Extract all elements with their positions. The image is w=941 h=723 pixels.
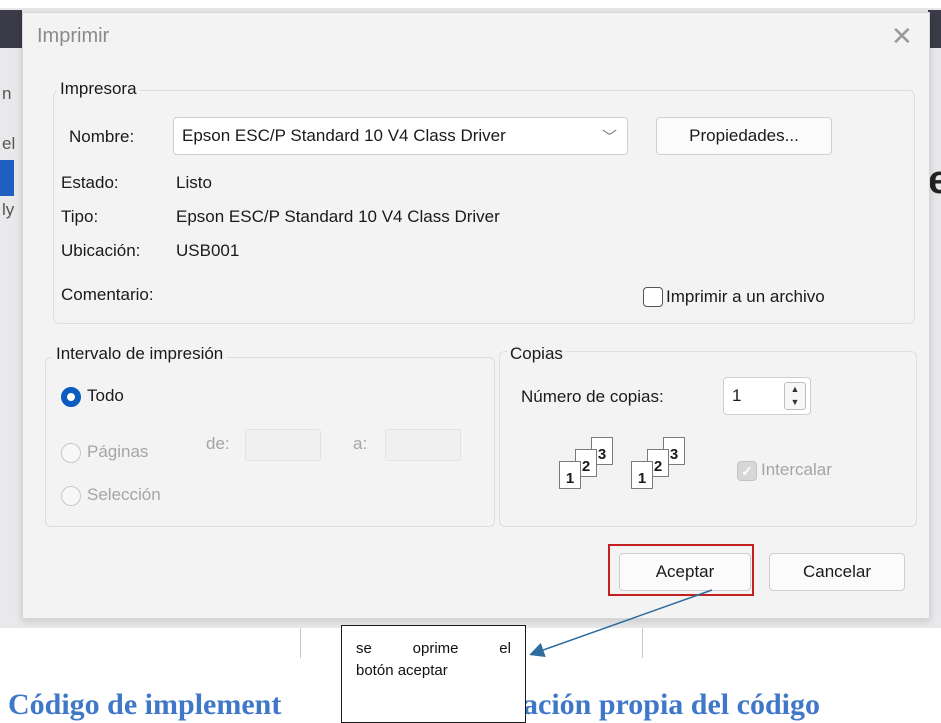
callout-line-2: botón aceptar	[356, 662, 448, 679]
callout-arrow	[529, 589, 713, 658]
callout-word: oprime	[412, 640, 459, 657]
callout-word: se	[356, 640, 372, 657]
document-heading-right: plicación propia del código	[476, 688, 820, 721]
annotation-callout: se oprime el botón aceptar	[341, 625, 526, 723]
document-heading-left: Código de implement	[8, 688, 282, 721]
callout-word: el	[499, 640, 511, 657]
